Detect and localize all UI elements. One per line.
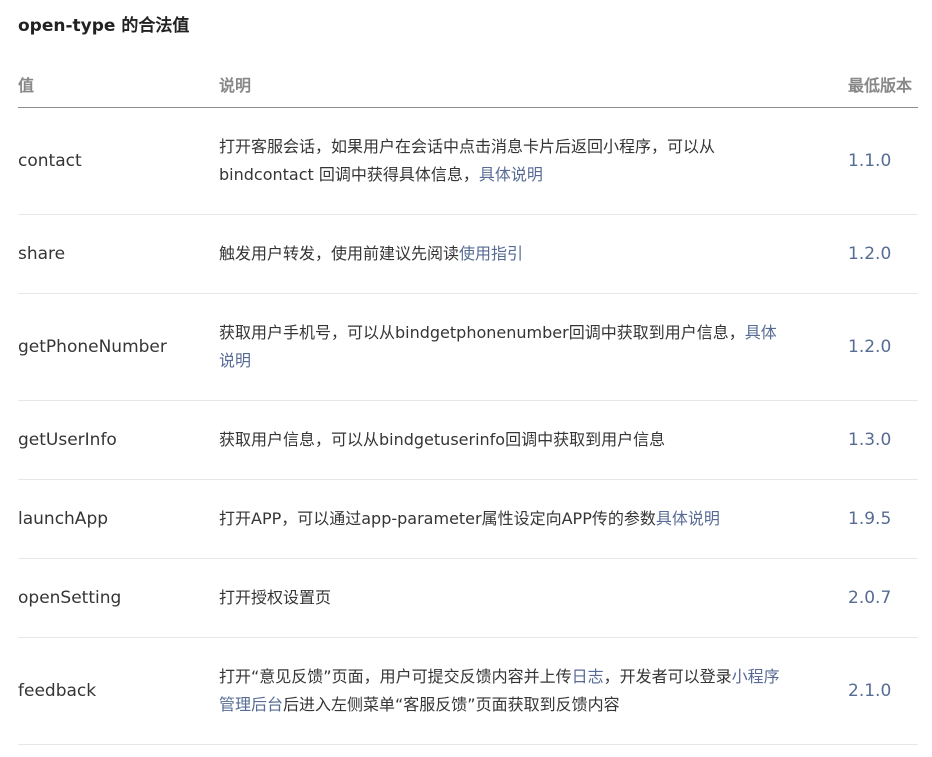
cell-description: 打开“意见反馈”页面，用户可提交反馈内容并上传日志，开发者可以登录小程序管理后台… xyxy=(219,637,848,745)
description-text: 获取用户信息，可以从bindgetuserinfo回调中获取到用户信息 xyxy=(219,430,666,449)
description-text: 打开APP，可以通过app-parameter属性设定向APP传的参数 xyxy=(219,509,656,528)
header-value: 值 xyxy=(18,60,219,108)
cell-value: openSetting xyxy=(18,558,219,638)
description-text: 打开客服会话，如果用户在会话中点击消息卡片后返回小程序，可以从 bindcont… xyxy=(219,137,716,184)
cell-min-version: 1.3.0 xyxy=(848,400,918,480)
header-min-version: 最低版本 xyxy=(848,60,918,108)
description-text: ，开发者可以登录 xyxy=(603,667,732,686)
doc-link[interactable]: 具体说明 xyxy=(656,509,720,528)
header-description: 说明 xyxy=(219,60,848,108)
table-row: getUserInfo 获取用户信息，可以从bindgetuserinfo回调中获… xyxy=(18,400,918,480)
description-text: 打开“意见反馈”页面，用户可提交反馈内容并上传 xyxy=(219,667,572,686)
table-header-row: 值 说明 最低版本 xyxy=(18,60,918,108)
table-row: openSetting 打开授权设置页 2.0.7 xyxy=(18,558,918,638)
cell-description: 打开授权设置页 xyxy=(219,558,848,638)
table-row: contact 打开客服会话，如果用户在会话中点击消息卡片后返回小程序，可以从 b… xyxy=(18,107,918,215)
doc-page: open-type 的合法值 值 说明 最低版本 contact 打开客服会话，如… xyxy=(0,0,932,757)
cell-value: getUserInfo xyxy=(18,400,219,480)
cell-value: feedback xyxy=(18,637,219,745)
table-row: share 触发用户转发，使用前建议先阅读使用指引 1.2.0 xyxy=(18,214,918,294)
cell-min-version: 1.2.0 xyxy=(848,214,918,294)
table-row: launchApp 打开APP，可以通过app-parameter属性设定向APP… xyxy=(18,479,918,559)
doc-link[interactable]: 具体说明 xyxy=(479,165,543,184)
doc-link[interactable]: 使用指引 xyxy=(459,244,523,263)
cell-min-version: 2.1.0 xyxy=(848,637,918,745)
cell-description: 触发用户转发，使用前建议先阅读使用指引 xyxy=(219,214,848,294)
section-heading: open-type 的合法值 xyxy=(18,16,190,36)
cell-value: contact xyxy=(18,107,219,215)
cell-min-version: 1.9.5 xyxy=(848,479,918,559)
table-row: getPhoneNumber 获取用户手机号，可以从bindgetphonenum… xyxy=(18,293,918,401)
description-text: 后进入左侧菜单“客服反馈”页面获取到反馈内容 xyxy=(283,695,620,714)
description-text: 打开授权设置页 xyxy=(219,588,332,607)
description-text: 获取用户手机号，可以从bindgetphonenumber回调中获取到用户信息， xyxy=(219,323,745,342)
description-text: 触发用户转发，使用前建议先阅读 xyxy=(219,244,460,263)
cell-description: 打开APP，可以通过app-parameter属性设定向APP传的参数具体说明 xyxy=(219,479,848,559)
table-row: feedback 打开“意见反馈”页面，用户可提交反馈内容并上传日志，开发者可以登… xyxy=(18,637,918,745)
cell-description: 获取用户手机号，可以从bindgetphonenumber回调中获取到用户信息，… xyxy=(219,293,848,401)
cell-value: getPhoneNumber xyxy=(18,293,219,401)
cell-min-version: 2.0.7 xyxy=(848,558,918,638)
cell-description: 打开客服会话，如果用户在会话中点击消息卡片后返回小程序，可以从 bindcont… xyxy=(219,107,848,215)
cell-min-version: 1.1.0 xyxy=(848,107,918,215)
open-type-table: 值 说明 最低版本 contact 打开客服会话，如果用户在会话中点击消息卡片后返… xyxy=(18,60,918,745)
cell-value: share xyxy=(18,214,219,294)
cell-value: launchApp xyxy=(18,479,219,559)
cell-min-version: 1.2.0 xyxy=(848,293,918,401)
doc-link[interactable]: 日志 xyxy=(572,667,604,686)
cell-description: 获取用户信息，可以从bindgetuserinfo回调中获取到用户信息 xyxy=(219,400,848,480)
